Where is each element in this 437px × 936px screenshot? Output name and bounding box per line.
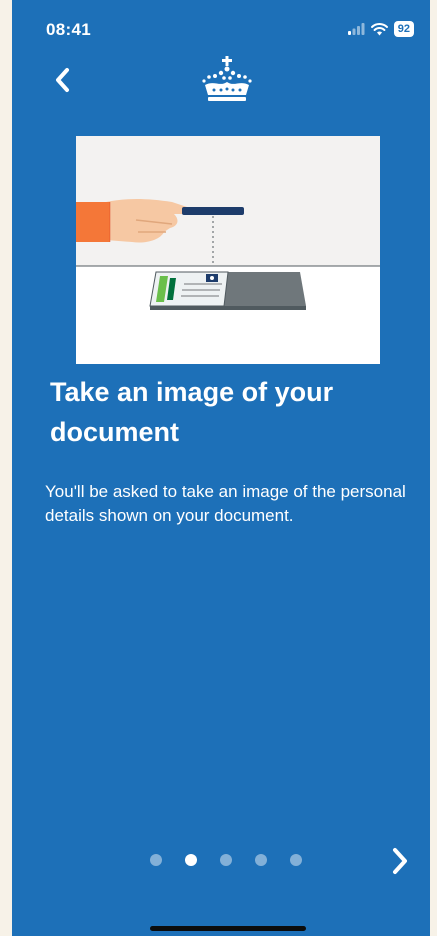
status-time: 08:41 <box>46 20 91 39</box>
page-indicator <box>150 854 302 866</box>
page-title: Take an image of your document <box>50 377 334 447</box>
page-dot-1[interactable] <box>150 854 162 866</box>
page-dot-2-active[interactable] <box>185 854 197 866</box>
signal-icon <box>347 23 365 35</box>
back-button[interactable] <box>48 64 76 96</box>
page-dot-5[interactable] <box>290 854 302 866</box>
page-dot-3[interactable] <box>220 854 232 866</box>
next-button[interactable] <box>386 844 414 878</box>
page-dot-4[interactable] <box>255 854 267 866</box>
app-screen: 08:41 92 Take an image of your document … <box>12 0 430 936</box>
wifi-icon <box>370 22 388 35</box>
chevron-left-icon <box>56 68 69 92</box>
home-indicator[interactable] <box>150 926 306 931</box>
page-description: You'll be asked to take an image of the … <box>45 482 406 525</box>
chevron-right-icon <box>393 848 407 874</box>
crown-icon <box>202 56 252 101</box>
status-icons: 92 <box>347 21 414 37</box>
hand-scanning-document-illustration <box>76 136 380 364</box>
battery-icon: 92 <box>393 21 414 37</box>
status-bar: 08:41 92 <box>12 0 430 60</box>
